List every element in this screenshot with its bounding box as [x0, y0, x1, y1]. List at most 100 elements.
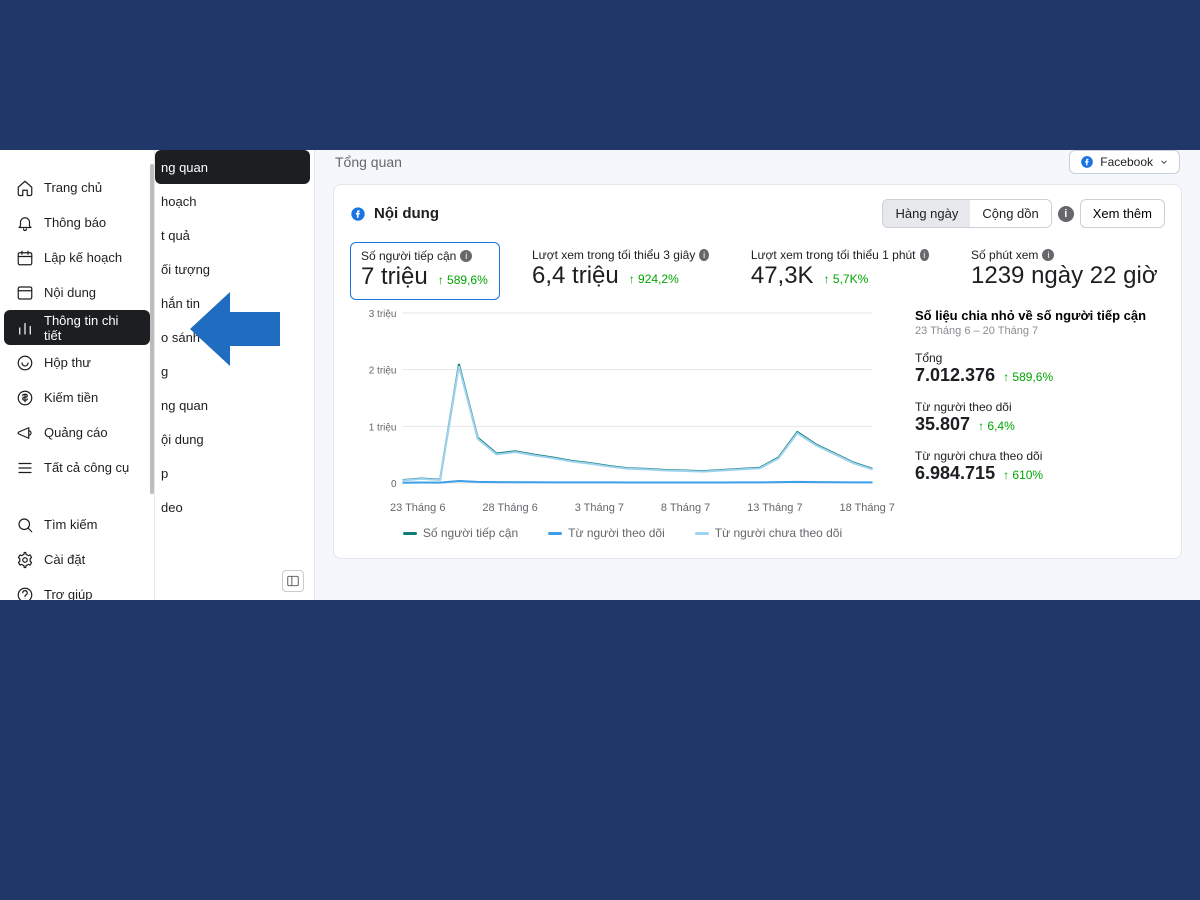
x-tick: 23 Tháng 6	[390, 502, 445, 514]
stat-delta: ↑ 589,6%	[1003, 370, 1053, 384]
metric-tile[interactable]: Lượt xem trong tối thiểu 3 giây i 6,4 tr…	[522, 242, 719, 300]
ads-icon	[16, 424, 34, 442]
insights-icon	[16, 319, 34, 337]
sidebar-item-home[interactable]: Trang chủ	[0, 170, 154, 205]
page-title: Tổng quan	[335, 154, 402, 170]
stat-label: Từ người theo dõi	[915, 400, 1165, 414]
svg-text:0: 0	[391, 479, 397, 490]
cumulative-tab[interactable]: Cộng dồn	[970, 200, 1050, 227]
info-icon: i	[699, 249, 709, 261]
metric-delta: ↑ 5,7K%	[824, 272, 869, 286]
metrics-row: Số người tiếp cận i 7 triệu ↑ 589,6% Lượt …	[350, 242, 1165, 300]
x-tick: 18 Tháng 7	[839, 502, 894, 514]
sidebar-item-bell[interactable]: Thông báo	[0, 205, 154, 240]
stat-label: Từ người chưa theo dõi	[915, 449, 1165, 463]
sidebar-item-content[interactable]: Nội dung	[0, 275, 154, 310]
sidebar-item-label: Thông báo	[44, 215, 106, 230]
platform-label: Facebook	[1100, 155, 1153, 169]
sidebar-item-inbox[interactable]: Hộp thư	[0, 345, 154, 380]
metric-label: Lượt xem trong tối thiểu 1 phút i	[751, 248, 929, 262]
sidebar-item-label: Tìm kiếm	[44, 517, 97, 532]
calendar-icon	[16, 249, 34, 267]
chevron-down-icon	[1159, 157, 1169, 167]
sidebar-item-help[interactable]: Trợ giúp	[0, 577, 154, 600]
info-icon: i	[1042, 249, 1054, 261]
secondary-sidebar: ng quanhoạcht quảối tượnghắn tino sánhgn…	[155, 150, 315, 600]
sidebar-item-settings[interactable]: Cài đặt	[0, 542, 154, 577]
metric-value: 1239 ngày 22 giờ	[971, 262, 1158, 290]
metric-tile[interactable]: Số người tiếp cận i 7 triệu ↑ 589,6%	[350, 242, 500, 300]
sidebar-item-label: Trợ giúp	[44, 587, 93, 600]
sidebar-item-label: Nội dung	[44, 285, 96, 300]
subsidebar-item[interactable]: ng quan	[155, 150, 310, 184]
money-icon	[16, 389, 34, 407]
legend-item: Số người tiếp cận	[403, 526, 518, 540]
subsidebar-item[interactable]: ội dung	[155, 422, 314, 456]
stat-value: 6.984.715	[915, 463, 995, 484]
view-more-button[interactable]: Xem thêm	[1080, 199, 1165, 228]
sidebar-scrollbar[interactable]	[150, 164, 154, 494]
svg-text:2 triệu: 2 triệu	[369, 366, 397, 377]
subsidebar-item[interactable]: p	[155, 456, 314, 490]
sidebar-item-search[interactable]: Tìm kiếm	[0, 507, 154, 542]
callout-arrow	[190, 292, 280, 366]
stat-value: 7.012.376	[915, 365, 995, 386]
metric-value: 7 triệu	[361, 263, 428, 291]
sidebar-item-label: Tất cả công cụ	[44, 460, 129, 475]
sidebar-item-label: Kiếm tiền	[44, 390, 98, 405]
time-mode-segment: Hàng ngày Cộng dồn	[882, 199, 1051, 228]
metric-tile[interactable]: Lượt xem trong tối thiểu 1 phút i 47,3K ↑…	[741, 242, 939, 300]
sidebar-item-label: Lập kế hoạch	[44, 250, 122, 265]
line-chart: 01 triệu2 triệu3 triệu	[350, 308, 895, 498]
main-content: Tổng quan Facebook Nội dung Hàng ngày Cộ…	[315, 150, 1200, 600]
chart-area: 01 triệu2 triệu3 triệu 23 Tháng 628 Thán…	[350, 308, 895, 540]
metric-tile[interactable]: Số phút xem i 1239 ngày 22 giờ	[961, 242, 1165, 300]
subsidebar-item[interactable]: ối tượng	[155, 252, 314, 286]
metric-label: Số phút xem i	[971, 248, 1155, 262]
platform-selector[interactable]: Facebook	[1069, 150, 1180, 174]
metric-delta: ↑ 589,6%	[438, 273, 488, 287]
toggle-panel-button[interactable]	[282, 570, 304, 592]
content-card: Nội dung Hàng ngày Cộng dồn i Xem thêm S…	[333, 184, 1182, 559]
card-title: Nội dung	[374, 205, 439, 222]
sidebar-item-calendar[interactable]: Lập kế hoạch	[0, 240, 154, 275]
subsidebar-item[interactable]: ng quan	[155, 388, 314, 422]
sidebar-item-label: Cài đặt	[44, 552, 85, 567]
sidebar-item-tools[interactable]: Tất cả công cụ	[0, 450, 154, 485]
info-icon: i	[460, 250, 472, 262]
home-icon	[16, 179, 34, 197]
search-icon	[16, 516, 34, 534]
app-viewport: Trang chủ Thông báo Lập kế hoạch Nội dung Th…	[0, 150, 1200, 600]
subsidebar-item[interactable]: t quả	[155, 218, 314, 252]
x-tick: 13 Tháng 7	[747, 502, 802, 514]
inbox-icon	[16, 354, 34, 372]
subsidebar-item[interactable]: deo	[155, 490, 314, 524]
stat-label: Tổng	[915, 351, 1165, 365]
metric-value: 47,3K	[751, 262, 814, 290]
facebook-icon	[350, 206, 366, 222]
sidebar-item-insights[interactable]: Thông tin chi tiết	[4, 310, 150, 345]
legend-item: Từ người theo dõi	[548, 526, 665, 540]
stat-block: Từ người chưa theo dõi 6.984.715↑ 610%	[915, 449, 1165, 484]
metric-label: Số người tiếp cận i	[361, 249, 489, 263]
breakdown-range: 23 Tháng 6 – 20 Tháng 7	[915, 325, 1165, 337]
primary-sidebar: Trang chủ Thông báo Lập kế hoạch Nội dung Th…	[0, 150, 155, 600]
sidebar-item-label: Quảng cáo	[44, 425, 108, 440]
stat-delta: ↑ 6,4%	[978, 419, 1015, 433]
metric-value: 6,4 triệu	[532, 262, 619, 290]
stat-block: Tổng 7.012.376 ↑ 589,6%	[915, 351, 1165, 386]
subsidebar-item[interactable]: hoạch	[155, 184, 314, 218]
panel-icon	[286, 574, 300, 588]
metric-delta: ↑ 924,2%	[629, 272, 679, 286]
bell-icon	[16, 214, 34, 232]
daily-tab[interactable]: Hàng ngày	[883, 200, 970, 227]
stat-value: 35.807	[915, 414, 970, 435]
sidebar-item-money[interactable]: Kiếm tiền	[0, 380, 154, 415]
sidebar-item-label: Trang chủ	[44, 180, 102, 195]
stat-block: Từ người theo dõi 35.807 ↑ 6,4%	[915, 400, 1165, 435]
sidebar-item-ads[interactable]: Quảng cáo	[0, 415, 154, 450]
breakdown-title: Số liệu chia nhỏ về số người tiếp cận	[915, 308, 1165, 323]
sidebar-item-label: Thông tin chi tiết	[44, 313, 138, 343]
info-icon[interactable]: i	[1058, 206, 1074, 222]
help-icon	[16, 586, 34, 601]
